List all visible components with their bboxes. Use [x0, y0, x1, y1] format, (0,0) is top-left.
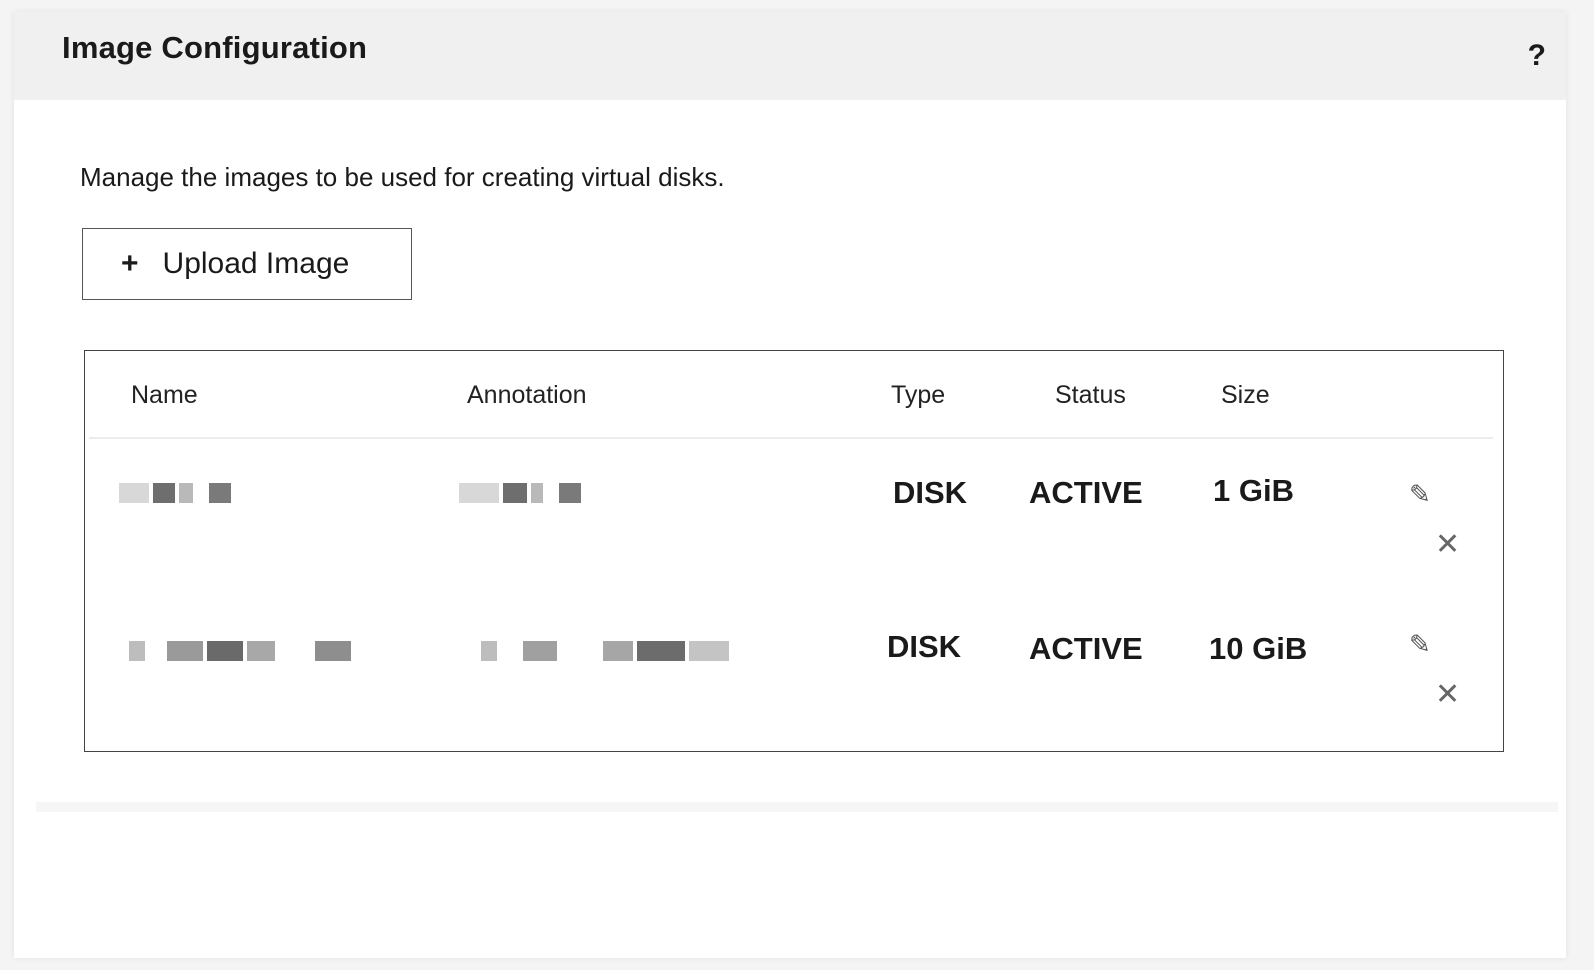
cell-size: 1 GiB [1213, 473, 1294, 508]
help-icon[interactable]: ? [1528, 39, 1546, 73]
column-header-status[interactable]: Status [1055, 381, 1126, 410]
redacted-annotation [481, 641, 733, 661]
table-row[interactable]: DISK ACTIVE 1 GiB ✎ ✕ [85, 443, 1503, 593]
delete-icon[interactable]: ✕ [1435, 677, 1460, 712]
dialog-title: Image Configuration [62, 30, 368, 65]
plus-icon: + [121, 247, 139, 280]
upload-image-label: Upload Image [162, 247, 350, 280]
images-table: Name Annotation Type Status Size DISK AC… [84, 350, 1504, 752]
image-configuration-dialog: Image Configuration ? Manage the images … [14, 12, 1566, 958]
header-divider [89, 437, 1493, 439]
edit-icon[interactable]: ✎ [1409, 479, 1431, 510]
description-text: Manage the images to be used for creatin… [80, 162, 725, 192]
redacted-name [129, 641, 355, 661]
column-header-name[interactable]: Name [131, 381, 198, 410]
cell-size: 10 GiB [1209, 631, 1308, 666]
cell-type: DISK [887, 629, 962, 664]
cell-type: DISK [893, 475, 968, 510]
redacted-annotation [459, 483, 585, 503]
dialog-body: Manage the images to be used for creatin… [36, 100, 1558, 800]
edit-icon[interactable]: ✎ [1409, 629, 1431, 660]
cell-status: ACTIVE [1029, 631, 1143, 666]
column-header-size[interactable]: Size [1221, 381, 1270, 410]
upload-image-button[interactable]: + Upload Image [82, 228, 412, 300]
dialog-header: Image Configuration ? [14, 12, 1566, 100]
delete-icon[interactable]: ✕ [1435, 527, 1460, 562]
column-header-annotation[interactable]: Annotation [467, 381, 587, 410]
column-header-type[interactable]: Type [891, 381, 945, 410]
table-row[interactable]: DISK ACTIVE 10 GiB ✎ ✕ [85, 593, 1503, 743]
cell-status: ACTIVE [1029, 475, 1143, 510]
redacted-name [119, 483, 235, 503]
footer-divider [36, 802, 1558, 812]
